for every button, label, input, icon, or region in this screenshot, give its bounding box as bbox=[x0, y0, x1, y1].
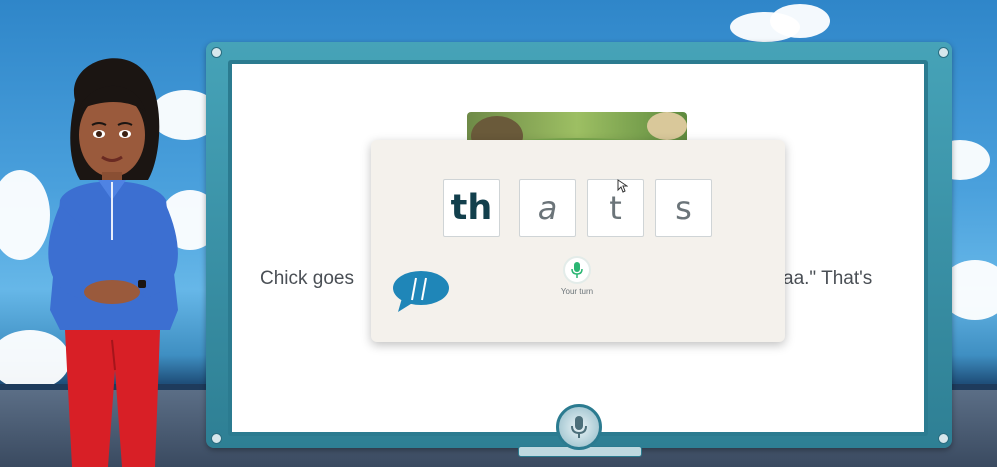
record-mic-button[interactable] bbox=[556, 404, 602, 450]
speech-bubble-icon[interactable] bbox=[392, 270, 450, 314]
board-bolt bbox=[938, 47, 949, 58]
story-text-right: aa." That's bbox=[783, 268, 873, 289]
story-text-left: Chick goes bbox=[260, 268, 354, 289]
microphone-icon bbox=[571, 416, 587, 438]
app-scene: Chick goes aa." That's th a t s Your tur… bbox=[0, 0, 997, 467]
microphone-icon bbox=[571, 262, 583, 278]
your-turn-label: Your turn bbox=[560, 287, 594, 296]
word-tile[interactable]: s bbox=[655, 179, 712, 237]
cloud bbox=[770, 4, 830, 38]
board-bolt bbox=[938, 433, 949, 444]
mouse-cursor-icon bbox=[617, 179, 628, 193]
word-tile[interactable]: th bbox=[443, 179, 500, 237]
teacher-avatar bbox=[48, 58, 178, 467]
board-bolt bbox=[211, 433, 222, 444]
your-turn-mic-button[interactable] bbox=[563, 256, 591, 284]
board-bolt bbox=[211, 47, 222, 58]
word-tile[interactable]: a bbox=[519, 179, 576, 237]
